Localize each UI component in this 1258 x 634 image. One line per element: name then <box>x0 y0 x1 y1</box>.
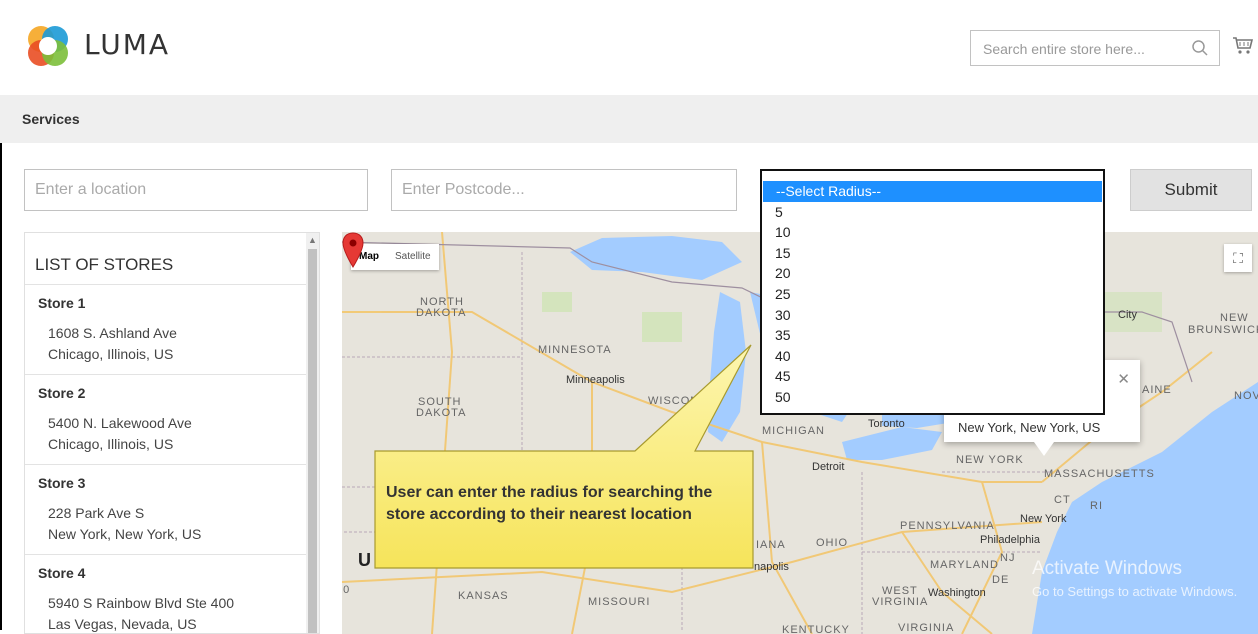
store-item[interactable]: Store 1 1608 S. Ashland Ave Chicago, Ill… <box>25 284 307 375</box>
radius-option[interactable]: 30 <box>762 305 1103 326</box>
store-item[interactable]: Store 2 5400 N. Lakewood Ave Chicago, Il… <box>25 374 307 465</box>
map-label: MICHIGAN <box>762 425 825 437</box>
map-label: MARYLAND <box>930 559 999 571</box>
map-label: New York <box>1020 513 1067 525</box>
map-label: KENTUCKY <box>782 624 850 634</box>
store-address-line2: Chicago, Illinois, US <box>48 346 174 362</box>
store-name[interactable]: Store 4 <box>38 565 85 581</box>
map-pin-icon[interactable] <box>342 232 364 268</box>
store-address: 5940 S Rainbow Blvd Ste 400 Las Vegas, N… <box>48 593 235 633</box>
radius-option[interactable]: 10 <box>762 222 1103 243</box>
map-label: DAKOTA <box>416 407 467 419</box>
store-address-line2: Chicago, Illinois, US <box>48 436 174 452</box>
nav-bar: Services <box>0 95 1258 143</box>
radius-option[interactable]: 15 <box>762 243 1103 264</box>
radius-option[interactable]: 45 <box>762 366 1103 387</box>
map-label: RI <box>1090 500 1103 512</box>
store-item[interactable]: Store 3 228 Park Ave S New York, New Yor… <box>25 464 307 555</box>
map-label: MASSACHUSETTS <box>1044 468 1155 480</box>
store-address-line1: 228 Park Ave S <box>48 505 145 521</box>
search-box[interactable] <box>970 30 1220 66</box>
map-label: VIRGINIA <box>898 622 955 634</box>
store-address-line2: Las Vegas, Nevada, US <box>48 616 197 632</box>
map-label: Washington <box>928 587 986 599</box>
store-list-panel: LIST OF STORES Store 1 1608 S. Ashland A… <box>24 232 320 634</box>
cart-icon[interactable] <box>1232 34 1254 56</box>
store-list-scrollbar[interactable]: ▲ <box>306 233 319 633</box>
store-name[interactable]: Store 2 <box>38 385 85 401</box>
map-label: NJ <box>1000 552 1016 564</box>
radius-options: --Select Radius-- 5 10 15 20 25 30 35 40… <box>762 181 1103 408</box>
map-label: AINE <box>1142 384 1172 396</box>
map-type-satellite[interactable]: Satellite <box>387 244 439 270</box>
annotation-text: User can enter the radius for searching … <box>386 484 713 523</box>
location-field[interactable] <box>24 169 368 211</box>
radius-select[interactable]: --Select Radius-- 5 10 15 20 25 30 35 40… <box>760 169 1105 415</box>
map-label: BRUNSWICK <box>1188 324 1258 336</box>
store-name[interactable]: Store 3 <box>38 475 85 491</box>
radius-option[interactable]: 25 <box>762 284 1103 305</box>
store-list-title: LIST OF STORES <box>35 255 174 274</box>
map-label: KANSAS <box>458 590 509 602</box>
radius-option[interactable]: 50 <box>762 387 1103 408</box>
store-address-line1: 5400 N. Lakewood Ave <box>48 415 192 431</box>
store-item[interactable]: Store 4 5940 S Rainbow Blvd Ste 400 Las … <box>25 554 307 633</box>
map-label: CT <box>1054 494 1071 506</box>
map-label: Minneapolis <box>566 374 625 386</box>
store-address: 5400 N. Lakewood Ave Chicago, Illinois, … <box>48 413 192 455</box>
store-address-line1: 5940 S Rainbow Blvd Ste 400 <box>48 595 235 611</box>
map-label: Philadelphia <box>980 534 1040 546</box>
map-label: Detroit <box>812 461 845 473</box>
scroll-up-arrow-icon[interactable]: ▲ <box>308 235 317 245</box>
location-input[interactable] <box>25 170 367 210</box>
map-label: PENNSYLVANIA <box>900 520 995 532</box>
map-type-control[interactable]: Map Satellite <box>351 244 439 270</box>
map-label: OHIO <box>816 537 849 549</box>
luma-logo-icon[interactable] <box>24 22 72 70</box>
map-label: U <box>358 550 371 570</box>
radius-option[interactable]: 40 <box>762 346 1103 367</box>
map-label: City <box>1118 309 1137 321</box>
postcode-field[interactable] <box>391 169 737 211</box>
radius-option[interactable]: --Select Radius-- <box>763 181 1102 202</box>
store-address: 1608 S. Ashland Ave Chicago, Illinois, U… <box>48 323 177 365</box>
map-label: 00 <box>342 584 351 596</box>
info-window-text: New York, New York, US <box>958 420 1101 435</box>
store-address: 228 Park Ave S New York, New York, US <box>48 503 201 545</box>
close-icon[interactable]: ✕ <box>1117 370 1130 388</box>
windows-watermark-subtitle: Go to Settings to activate Windows. <box>1032 584 1238 599</box>
map-label: IANA <box>756 539 786 551</box>
search-input[interactable] <box>981 38 1185 60</box>
radius-option[interactable]: 35 <box>762 325 1103 346</box>
map-label: NEW YORK <box>956 454 1024 466</box>
map-label: NOV <box>1234 390 1258 402</box>
store-name[interactable]: Store 1 <box>38 295 85 311</box>
map-label: MISSOURI <box>588 596 651 608</box>
postcode-input[interactable] <box>392 170 736 210</box>
brand-name[interactable]: LUMA <box>84 28 170 61</box>
store-address-line1: 1608 S. Ashland Ave <box>48 325 177 341</box>
map-label: DAKOTA <box>416 307 467 319</box>
scrollbar-thumb[interactable] <box>308 249 317 633</box>
page-header: LUMA <box>0 0 1258 95</box>
nav-item-services[interactable]: Services <box>22 111 80 127</box>
radius-option[interactable]: 5 <box>762 202 1103 223</box>
radius-option[interactable]: 20 <box>762 263 1103 284</box>
map-label: VIRGINIA <box>872 596 929 608</box>
map-label: MINNESOTA <box>538 344 612 356</box>
info-window-tail <box>1034 442 1054 456</box>
windows-watermark-title: Activate Windows <box>1032 558 1182 579</box>
submit-button[interactable]: Submit <box>1130 169 1252 211</box>
search-icon[interactable] <box>1191 39 1209 57</box>
map-label: Toronto <box>868 418 905 430</box>
map-label: DE <box>992 574 1010 586</box>
map-label: napolis <box>754 561 789 573</box>
map-label: NEW <box>1220 312 1249 324</box>
store-address-line2: New York, New York, US <box>48 526 202 542</box>
fullscreen-icon[interactable]: ⛶ <box>1224 244 1252 272</box>
